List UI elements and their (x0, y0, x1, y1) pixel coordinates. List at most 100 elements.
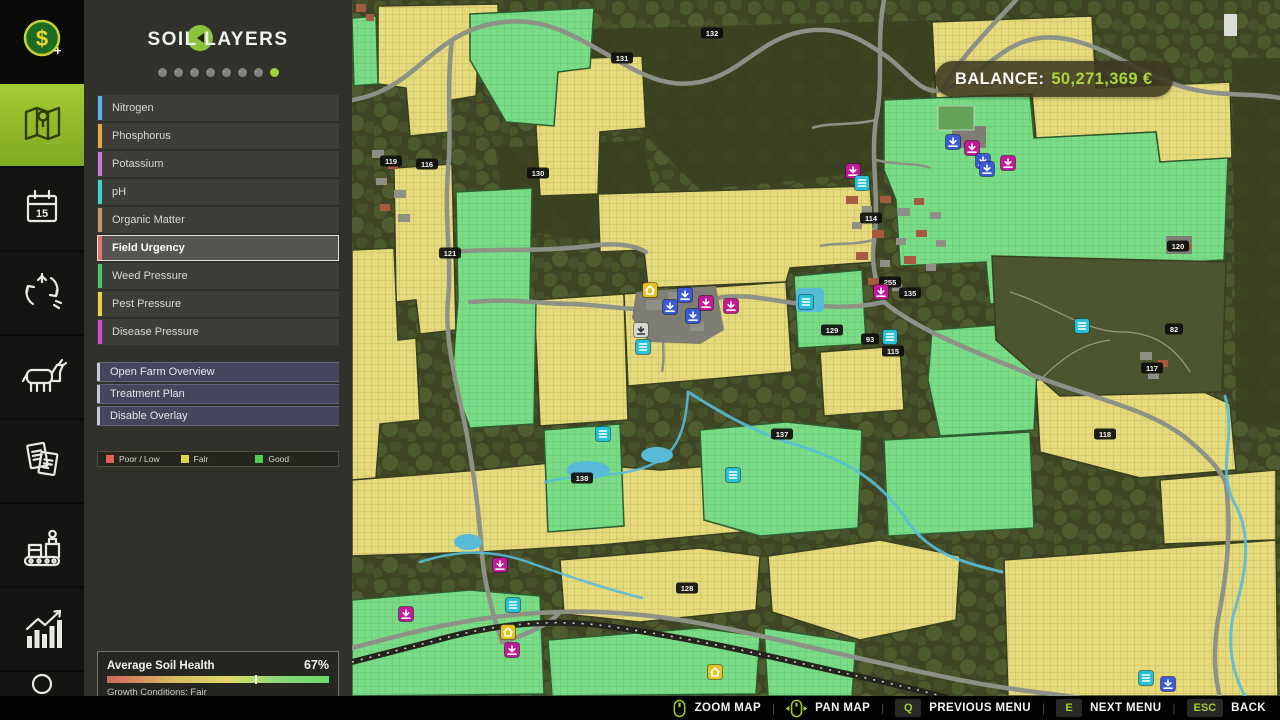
mouse-pan-icon (786, 699, 807, 718)
svg-text:93: 93 (866, 335, 874, 344)
keycap-e: E (1056, 699, 1082, 717)
layer-label: Nitrogen (112, 102, 154, 114)
panel-actions: Open Farm OverviewTreatment PlanDisable … (97, 362, 339, 428)
layer-label: Phosphorus (112, 130, 171, 142)
sidebar-tab-help[interactable] (0, 672, 84, 696)
svg-text:118: 118 (1099, 430, 1111, 439)
hint-pan-map: PAN MAP (786, 699, 870, 718)
layer-row-ph[interactable]: pH (97, 179, 339, 205)
poi-marker-blue[interactable] (686, 309, 701, 324)
hint-label: NEXT MENU (1090, 702, 1161, 714)
animals-icon (14, 347, 70, 408)
poi-marker-cyan[interactable] (1075, 319, 1090, 334)
field-label-116: 116 (416, 159, 438, 170)
poi-marker-cyan[interactable] (799, 295, 814, 310)
poi-marker-yellow[interactable] (501, 625, 516, 640)
layer-row-potassium[interactable]: Potassium (97, 151, 339, 177)
field-label-135: 135 (899, 288, 921, 299)
help-icon (14, 672, 70, 696)
map-view[interactable]: 1321311191161301211141202551351299311582… (352, 0, 1280, 696)
poi-marker-magenta[interactable] (493, 558, 508, 573)
soil-layers-panel: SOIL LAYERS NitrogenPhosphorusPotassiump… (84, 0, 352, 698)
sidebar: $+ 15 (0, 0, 84, 698)
poi-marker-magenta[interactable] (505, 643, 520, 658)
sidebar-tab-production[interactable] (0, 504, 84, 586)
page-dot-7 (254, 68, 263, 77)
poi-marker-blue[interactable] (946, 135, 961, 150)
svg-text:121: 121 (444, 249, 457, 258)
poi-marker-cyan[interactable] (726, 468, 741, 483)
sidebar-tab-map[interactable] (0, 84, 84, 166)
poi-marker-magenta[interactable] (874, 285, 889, 300)
layer-row-weed-pressure[interactable]: Weed Pressure (97, 263, 339, 289)
poi-marker-yellow[interactable] (643, 283, 658, 298)
poi-marker-magenta[interactable] (724, 299, 739, 314)
field-label-117: 117 (1141, 363, 1163, 374)
layer-color-bar (98, 124, 102, 148)
field-label-118: 118 (1094, 429, 1116, 440)
poi-marker-magenta[interactable] (1001, 156, 1016, 171)
svg-text:131: 131 (616, 54, 629, 63)
poi-marker-gray[interactable] (634, 323, 649, 338)
layer-label: pH (112, 186, 126, 198)
crop-rotation-icon (14, 263, 70, 324)
legend-swatch (181, 455, 189, 463)
sidebar-tab-calendar[interactable]: 15 (0, 168, 84, 250)
svg-text:82: 82 (1170, 325, 1178, 334)
sidebar-tab-statistics[interactable] (0, 588, 84, 670)
svg-text:138: 138 (576, 474, 589, 483)
layer-row-pest-pressure[interactable]: Pest Pressure (97, 291, 339, 317)
poi-marker-cyan[interactable] (636, 340, 651, 355)
layer-label: Weed Pressure (112, 270, 188, 282)
soil-health-bar (107, 676, 329, 683)
layer-label: Organic Matter (112, 214, 185, 226)
open-farm-overview-button[interactable]: Open Farm Overview (97, 362, 339, 382)
page-dot-1 (158, 68, 167, 77)
input-hint-bar: ZOOM MAP|PAN MAP|QPREVIOUS MENU|ENEXT ME… (0, 696, 1280, 720)
poi-marker-cyan[interactable] (855, 176, 870, 191)
page-dot-8 (270, 68, 279, 77)
legend-label: Fair (194, 454, 209, 464)
page-dot-5 (222, 68, 231, 77)
field-label-130: 130 (527, 168, 549, 179)
layer-label: Field Urgency (112, 242, 185, 254)
poi-marker-yellow[interactable] (708, 665, 723, 680)
disable-overlay-button[interactable]: Disable Overlay (97, 406, 339, 426)
layer-row-phosphorus[interactable]: Phosphorus (97, 123, 339, 149)
page-indicator-dots (84, 68, 352, 77)
field-label-114: 114 (860, 213, 882, 224)
layer-row-disease-pressure[interactable]: Disease Pressure (97, 319, 339, 345)
svg-text:130: 130 (532, 169, 545, 178)
mouse-zoom-icon (672, 699, 687, 718)
poi-marker-blue[interactable] (1161, 677, 1176, 692)
poi-marker-blue[interactable] (663, 300, 678, 315)
money-icon: $+ (14, 11, 70, 72)
svg-text:+: + (54, 43, 62, 58)
poi-marker-blue[interactable] (980, 162, 995, 177)
overview-map[interactable]: 1321311191161301211141202551351299311582… (352, 0, 1280, 696)
keycap-q: Q (895, 699, 921, 717)
poi-marker-magenta[interactable] (699, 296, 714, 311)
layer-color-bar (98, 96, 102, 120)
layer-row-field-urgency[interactable]: Field Urgency (97, 235, 339, 261)
poi-marker-cyan[interactable] (883, 330, 898, 345)
hint-label: BACK (1231, 702, 1266, 714)
poi-marker-cyan[interactable] (506, 598, 521, 613)
layer-row-nitrogen[interactable]: Nitrogen (97, 95, 339, 121)
treatment-plan-button[interactable]: Treatment Plan (97, 384, 339, 404)
poi-marker-blue[interactable] (678, 288, 693, 303)
field-label-121: 121 (439, 248, 461, 259)
sidebar-tab-animals[interactable] (0, 336, 84, 418)
poi-marker-cyan[interactable] (596, 427, 611, 442)
balance-label: BALANCE: (955, 70, 1044, 89)
poi-marker-magenta[interactable] (399, 607, 414, 622)
balance-display: BALANCE: 50,271,369 € (935, 61, 1173, 97)
sidebar-tab-money[interactable]: $+ (0, 0, 84, 82)
layer-row-organic-matter[interactable]: Organic Matter (97, 207, 339, 233)
field-label-82: 82 (1165, 324, 1183, 335)
sidebar-tab-contracts[interactable] (0, 420, 84, 502)
hint-back: ESCBACK (1187, 699, 1266, 717)
sidebar-tab-crop-rotation[interactable] (0, 252, 84, 334)
layer-color-bar (98, 292, 102, 316)
poi-marker-cyan[interactable] (1139, 671, 1154, 686)
